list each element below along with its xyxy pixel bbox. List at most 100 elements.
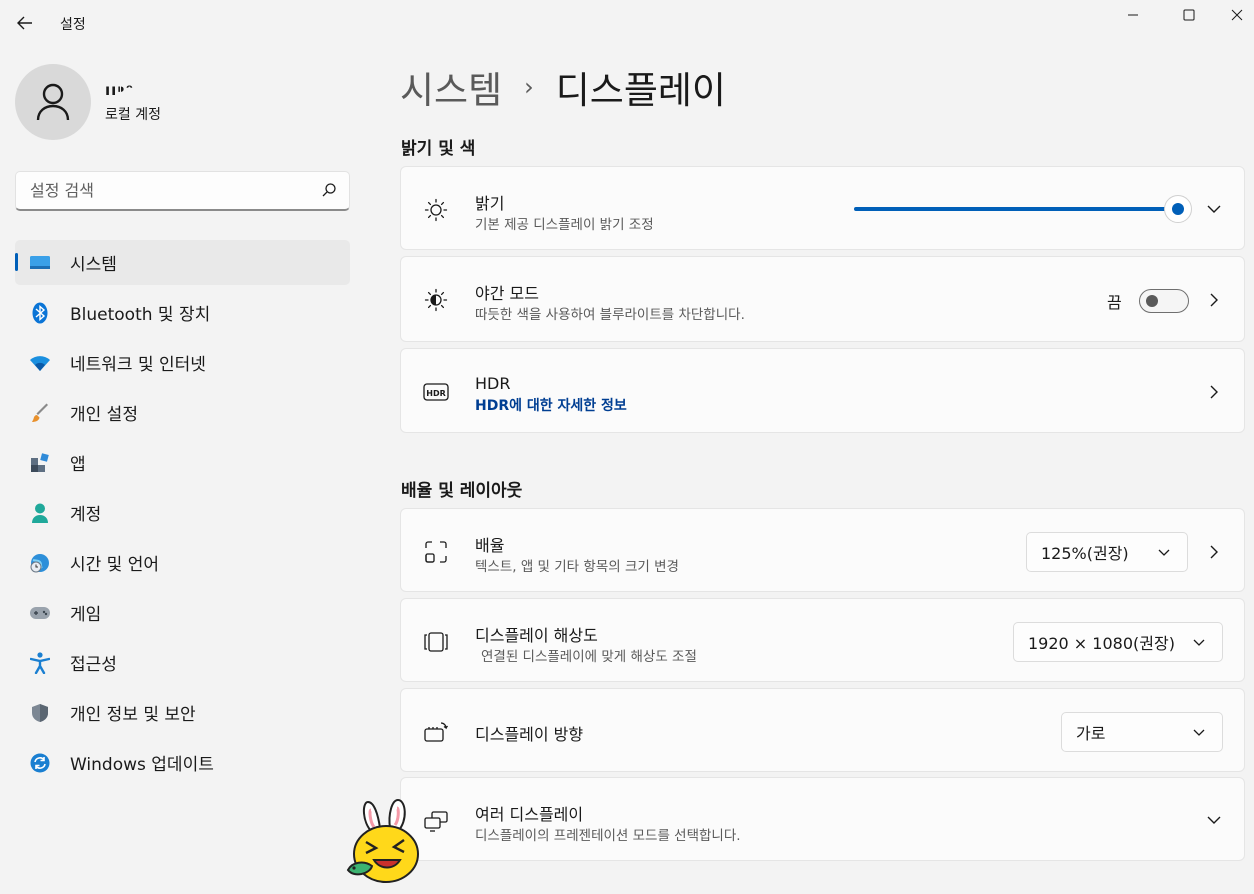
chevron-down-icon (1193, 639, 1205, 646)
section-title-scale-layout: 배율 및 레이아웃 (401, 481, 523, 501)
resolution-value: 1920 × 1080(권장) (1028, 634, 1175, 653)
chevron-right-icon[interactable] (1206, 384, 1222, 400)
orientation-value: 가로 (1076, 724, 1106, 743)
sidebar-item-label: 개인 설정 (70, 405, 138, 425)
sidebar-item-privacy[interactable]: 개인 정보 및 보안 (15, 690, 350, 735)
sidebar-item-accessibility[interactable]: 접근성 (15, 640, 350, 685)
minimize-icon (1128, 14, 1138, 16)
night-light-icon (423, 287, 449, 313)
resolution-title: 디스플레이 해상도 (475, 626, 598, 645)
search-icon[interactable] (321, 182, 337, 198)
close-icon (1231, 9, 1243, 21)
bluetooth-icon (28, 301, 52, 325)
hdr-info-link[interactable]: HDR에 대한 자세한 정보 (475, 395, 627, 415)
sidebar-item-apps[interactable]: 앱 (15, 440, 350, 485)
system-icon (28, 251, 52, 275)
scale-icon (423, 539, 449, 565)
user-name: ıı⁍ᵔ (105, 81, 135, 99)
wifi-icon (28, 351, 52, 375)
minimize-button[interactable] (1110, 0, 1156, 30)
back-arrow-icon (17, 16, 32, 30)
chevron-right-icon[interactable] (1206, 292, 1222, 308)
orientation-icon (423, 719, 449, 745)
sun-icon (423, 197, 449, 223)
sidebar-item-label: 시스템 (70, 255, 117, 275)
hdr-icon: HDR (423, 379, 449, 405)
avatar[interactable] (15, 64, 91, 140)
sidebar-item-system[interactable]: 시스템 (15, 240, 350, 285)
svg-text:HDR: HDR (426, 389, 446, 398)
hdr-title: HDR (475, 374, 511, 393)
scale-dropdown[interactable]: 125%(권장) (1026, 532, 1188, 572)
brightness-title: 밝기 (475, 194, 505, 213)
app-title: 설정 (60, 17, 86, 33)
sidebar-item-accounts[interactable]: 계정 (15, 490, 350, 535)
sidebar-item-label: Windows 업데이트 (70, 755, 214, 775)
globe-clock-icon (28, 551, 52, 575)
orientation-dropdown[interactable]: 가로 (1061, 712, 1223, 752)
rabbit-sticker-icon (346, 798, 419, 883)
night-mode-state: 끔 (1107, 293, 1122, 312)
night-mode-title: 야간 모드 (475, 284, 539, 303)
sidebar-item-label: 네트워크 및 인터넷 (70, 355, 206, 375)
search-input[interactable] (30, 172, 310, 208)
scale-value: 125%(권장) (1041, 544, 1129, 563)
multiple-displays-title: 여러 디스플레이 (475, 805, 584, 824)
nav-list: 시스템 Bluetooth 및 장치 네트워크 및 인터넷 개인 설정 앱 계정… (15, 240, 350, 790)
resolution-icon (423, 629, 449, 655)
sidebar-item-time-language[interactable]: 시간 및 언어 (15, 540, 350, 585)
chevron-right-icon[interactable] (1206, 544, 1222, 560)
search-box[interactable] (15, 171, 350, 211)
breadcrumb-parent[interactable]: 시스템 (400, 60, 502, 114)
person-icon (36, 83, 70, 121)
maximize-icon (1183, 9, 1195, 21)
resolution-card: 디스플레이 해상도 연결된 디스플레이에 맞게 해상도 조절 1920 × 10… (400, 598, 1245, 682)
hdr-card[interactable]: HDR HDR HDR에 대한 자세한 정보 (400, 348, 1245, 433)
brightness-subtitle: 기본 제공 디스플레이 밝기 조정 (475, 217, 654, 233)
chevron-down-icon[interactable] (1206, 201, 1222, 217)
chevron-down-icon (1158, 549, 1170, 556)
sidebar: ıı⁍ᵔ 로컬 계정 시스템 Bluetooth 및 장치 네트워크 및 인터넷 (0, 48, 366, 894)
brightness-card[interactable]: 밝기 기본 제공 디스플레이 밝기 조정 (400, 166, 1245, 250)
night-mode-toggle[interactable] (1139, 289, 1189, 313)
sidebar-item-gaming[interactable]: 게임 (15, 590, 350, 635)
sidebar-item-label: 접근성 (70, 655, 117, 675)
close-button[interactable] (1214, 0, 1254, 30)
sidebar-item-network[interactable]: 네트워크 및 인터넷 (15, 340, 350, 385)
account-type: 로컬 계정 (105, 107, 161, 123)
section-title-brightness-color: 밝기 및 색 (401, 139, 476, 159)
maximize-button[interactable] (1166, 0, 1212, 30)
scale-subtitle: 텍스트, 앱 및 기타 항목의 크기 변경 (475, 559, 679, 575)
account-icon (28, 501, 52, 525)
brush-icon (28, 401, 52, 425)
page-title: 디스플레이 (555, 69, 726, 112)
update-icon (28, 751, 52, 775)
apps-icon (28, 451, 52, 475)
night-mode-subtitle: 따듯한 색을 사용하여 블루라이트를 차단합니다. (475, 307, 745, 323)
back-button[interactable] (12, 10, 38, 36)
shield-icon (28, 701, 52, 725)
sidebar-item-personalization[interactable]: 개인 설정 (15, 390, 350, 435)
sidebar-item-label: 게임 (70, 605, 102, 625)
brightness-slider-track[interactable] (854, 207, 1190, 211)
orientation-title: 디스플레이 방향 (475, 725, 584, 744)
sidebar-item-label: 계정 (70, 505, 102, 525)
accessibility-icon (28, 651, 52, 675)
multiple-displays-subtitle: 디스플레이의 프레젠테이션 모드를 선택합니다. (475, 828, 741, 844)
gamepad-icon (28, 601, 52, 625)
resolution-subtitle: 연결된 디스플레이에 맞게 해상도 조절 (481, 649, 697, 665)
breadcrumb: 시스템 › 디스플레이 (400, 62, 726, 112)
chevron-down-icon[interactable] (1206, 812, 1222, 828)
night-mode-card[interactable]: 야간 모드 따듯한 색을 사용하여 블루라이트를 차단합니다. 끔 (400, 256, 1245, 342)
scale-card[interactable]: 배율 텍스트, 앱 및 기타 항목의 크기 변경 125%(권장) (400, 508, 1245, 592)
sidebar-item-bluetooth[interactable]: Bluetooth 및 장치 (15, 290, 350, 335)
sidebar-item-windows-update[interactable]: Windows 업데이트 (15, 740, 350, 785)
breadcrumb-separator: › (524, 73, 534, 101)
sidebar-item-label: 개인 정보 및 보안 (70, 705, 196, 725)
chevron-down-icon (1193, 729, 1205, 736)
brightness-slider-thumb[interactable] (1164, 195, 1192, 223)
orientation-card: 디스플레이 방향 가로 (400, 688, 1245, 772)
multiple-displays-card[interactable]: 여러 디스플레이 디스플레이의 프레젠테이션 모드를 선택합니다. (400, 777, 1245, 861)
sidebar-item-label: 앱 (70, 455, 86, 475)
resolution-dropdown[interactable]: 1920 × 1080(권장) (1013, 622, 1223, 662)
